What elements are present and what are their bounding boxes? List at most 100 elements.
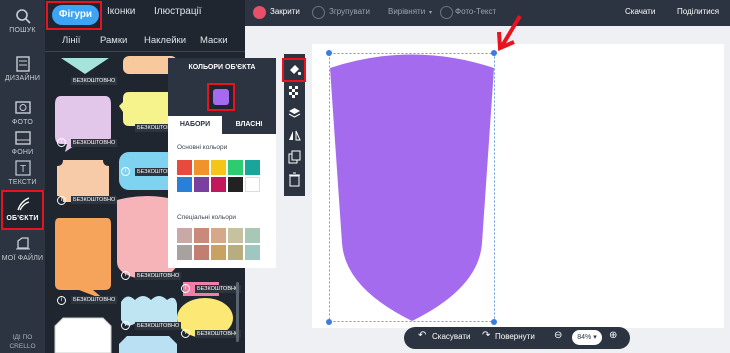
resize-handle[interactable] <box>326 50 332 56</box>
color-swatch[interactable] <box>177 160 192 175</box>
search-icon <box>15 9 31 24</box>
color-swatch[interactable] <box>194 228 209 243</box>
tab-illustrations[interactable]: Ілюстрації <box>154 6 202 17</box>
text-icon: T <box>14 160 31 176</box>
lock-button[interactable]: Закрити <box>270 7 300 16</box>
popup-title: КОЛЬОРИ ОБ'ЄКТА <box>188 64 256 71</box>
crello-link-line2: CRELLO <box>9 343 36 350</box>
info-icon[interactable]: i <box>121 167 130 176</box>
color-swatch[interactable] <box>245 228 260 243</box>
color-swatch[interactable] <box>194 177 209 192</box>
special-colors-label: Спеціальні кольори <box>177 214 237 221</box>
free-badge: БЕЗКОШТОВНО <box>71 77 118 85</box>
backgrounds-icon <box>14 131 31 145</box>
color-swatch[interactable] <box>245 177 260 192</box>
info-icon[interactable]: i <box>57 296 66 305</box>
free-badge: БЕЗКОШТОВНО <box>71 296 118 304</box>
palette-body: Основні кольори Спеціальні кольори <box>168 134 276 268</box>
group-icon <box>312 6 325 19</box>
duplicate-icon[interactable] <box>287 150 302 165</box>
color-swatch[interactable] <box>245 245 260 260</box>
shape-thumbnail[interactable] <box>53 316 113 353</box>
subtab-lines[interactable]: Лінії <box>62 35 80 46</box>
resize-handle[interactable] <box>491 319 497 325</box>
info-icon[interactable]: i <box>181 329 190 338</box>
color-swatch[interactable] <box>228 160 243 175</box>
sidebar-item-label: ПОШУК <box>9 27 36 34</box>
sidebar-item-label: ДИЗАЙНИ <box>4 75 41 82</box>
color-swatch[interactable] <box>228 245 243 260</box>
object-colors-popup: КОЛЬОРИ ОБ'ЄКТА НАБОРИ ВЛАСНІ Основні ко… <box>168 58 276 268</box>
top-toolbar: Закрити Згрупувати Вирівняти ▾ Фото-Текс… <box>245 0 730 26</box>
redo-button[interactable]: Повернути <box>495 332 535 341</box>
designs-icon <box>15 56 30 72</box>
free-badge: БЕЗКОШТОВНО <box>135 272 182 280</box>
resize-handle[interactable] <box>326 319 332 325</box>
arrow-annotation <box>497 14 522 51</box>
zoom-out-icon[interactable]: ⊖ <box>554 330 562 341</box>
undo-button[interactable]: Скасувати <box>432 332 470 341</box>
shape-thumbnail[interactable] <box>57 56 113 76</box>
download-button[interactable]: Скачати <box>625 7 655 16</box>
bottom-bar: ↶ Скасувати ↷ Повернути ⊖ 84% ▾ ⊕ <box>404 327 630 349</box>
info-icon[interactable]: i <box>57 138 66 147</box>
sidebar-item-search[interactable]: ПОШУК <box>0 0 45 48</box>
info-icon[interactable]: i <box>121 271 130 280</box>
crello-link-line1: ІДІ ПО <box>12 334 33 341</box>
shape-thumbnail[interactable] <box>53 216 113 300</box>
highlight-box <box>1 190 44 230</box>
color-swatch[interactable] <box>228 177 243 192</box>
lock-icon[interactable] <box>253 6 266 19</box>
subcategory-tabs: Лінії Рамки Наклейки Маски <box>45 30 245 52</box>
align-dropdown[interactable]: Вирівняти <box>388 7 425 16</box>
color-swatch[interactable] <box>228 228 243 243</box>
free-badge: БЕЗКОШТОВНО <box>71 196 118 204</box>
transparency-icon[interactable] <box>287 84 302 99</box>
free-badge: БЕЗКОШТОВНО <box>135 322 182 330</box>
flip-icon[interactable] <box>287 128 302 143</box>
color-swatch[interactable] <box>245 160 260 175</box>
zoom-level: 84% <box>577 334 592 341</box>
free-badge: БЕЗКОШТОВНО <box>71 139 118 147</box>
color-swatch[interactable] <box>211 228 226 243</box>
color-swatch[interactable] <box>177 245 192 260</box>
panel-scrollbar[interactable] <box>236 282 239 342</box>
color-swatch[interactable] <box>194 245 209 260</box>
tab-sets[interactable]: НАБОРИ <box>168 116 222 134</box>
photo-icon <box>14 101 31 114</box>
info-icon[interactable]: i <box>181 284 190 293</box>
popup-tabs: НАБОРИ ВЛАСНІ <box>168 116 276 134</box>
undo-icon: ↶ <box>418 330 427 341</box>
layers-icon[interactable] <box>287 106 302 121</box>
free-badge: БЕЗКОШТОВНО <box>195 285 242 293</box>
phototext-button[interactable]: Фото-Текст <box>455 7 496 16</box>
info-icon[interactable]: i <box>121 321 130 330</box>
shape-thumbnail[interactable] <box>117 334 179 353</box>
color-swatch[interactable] <box>211 160 226 175</box>
phototext-icon <box>440 6 453 19</box>
zoom-level-select[interactable]: 84% ▾ <box>572 330 602 345</box>
info-icon[interactable]: i <box>57 196 66 205</box>
delete-icon[interactable] <box>287 172 302 187</box>
shield-shape[interactable] <box>329 53 495 323</box>
zoom-in-icon[interactable]: ⊕ <box>609 330 617 341</box>
color-swatch[interactable] <box>177 177 192 192</box>
highlight-box <box>46 1 102 30</box>
share-button[interactable]: Поділитися <box>677 7 719 16</box>
tab-icons[interactable]: Іконки <box>107 6 135 17</box>
sidebar-item-label: МОЇ ФАЙЛИ <box>1 255 44 262</box>
group-button[interactable]: Згрупувати <box>329 7 370 16</box>
subtab-frames[interactable]: Рамки <box>100 35 127 46</box>
tab-own[interactable]: ВЛАСНІ <box>222 116 276 134</box>
color-swatch[interactable] <box>211 177 226 192</box>
subtab-masks[interactable]: Маски <box>200 35 228 46</box>
sidebar-item-designs[interactable]: ДИЗАЙНИ <box>0 48 45 96</box>
highlight-box <box>282 58 306 82</box>
svg-text:T: T <box>19 164 25 175</box>
color-swatch[interactable] <box>211 245 226 260</box>
color-swatch[interactable] <box>194 160 209 175</box>
sidebar-item-my-files[interactable]: МОЇ ФАЙЛИ <box>0 232 45 280</box>
subtab-stickers[interactable]: Наклейки <box>144 35 186 46</box>
color-swatch[interactable] <box>177 228 192 243</box>
crello-link[interactable]: ІДІ ПО CRELLO <box>0 333 45 351</box>
